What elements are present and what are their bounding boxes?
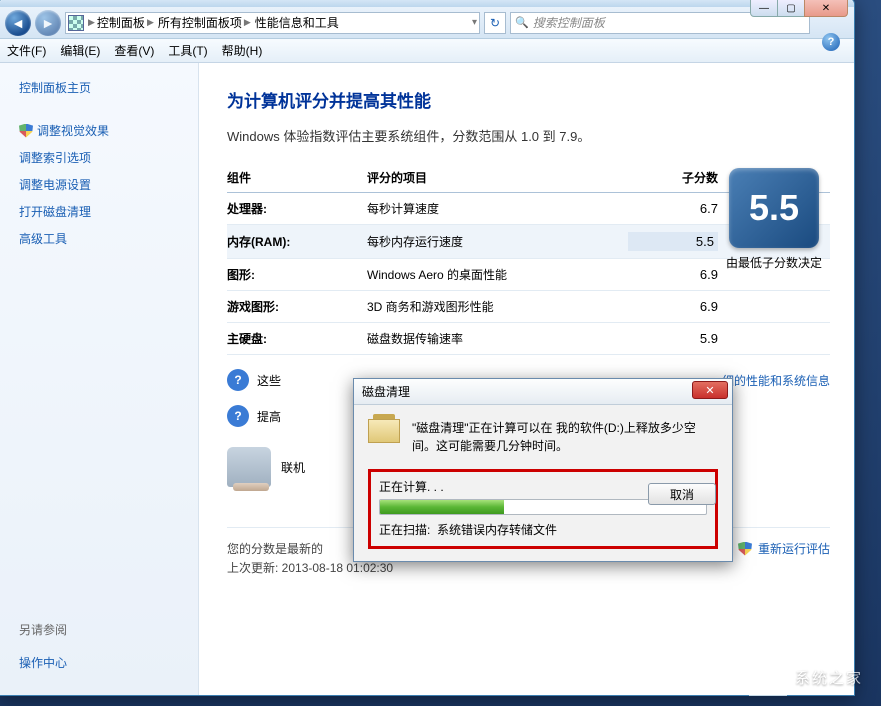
minimize-button[interactable]: — — [750, 0, 778, 17]
window-titlebar[interactable] — [0, 0, 854, 7]
menu-help[interactable]: 帮助(H) — [222, 42, 263, 59]
watermark-logo-icon — [749, 658, 787, 696]
base-score-caption: 由最低子分数决定 — [718, 254, 830, 271]
progress-section: 正在计算. . . 正在扫描: 系统错误内存转储文件 — [368, 469, 718, 549]
base-score-panel: 5.5 由最低子分数决定 — [718, 168, 830, 271]
sidebar-item-visual-effects[interactable]: 调整视觉效果 — [19, 122, 198, 139]
sidebar-item-disk-cleanup[interactable]: 打开磁盘清理 — [19, 203, 198, 220]
col-header-component: 组件 — [227, 169, 367, 186]
sidebar-item-power[interactable]: 调整电源设置 — [19, 176, 198, 193]
forward-button[interactable]: ► — [35, 10, 61, 36]
control-panel-window: — ▢ ✕ ◄ ► ▶ 控制面板▶ 所有控制面板项▶ 性能信息和工具 ▾ ↻ 🔍… — [0, 0, 855, 696]
breadcrumb[interactable]: ▶ 控制面板▶ 所有控制面板项▶ 性能信息和工具 ▾ — [65, 12, 480, 34]
watermark-text: 系统之家 — [795, 667, 863, 688]
question-icon: ? — [227, 369, 249, 391]
online-link[interactable]: 联机 — [281, 459, 305, 476]
question-icon: ? — [227, 405, 249, 427]
navigation-bar: ◄ ► ▶ 控制面板▶ 所有控制面板项▶ 性能信息和工具 ▾ ↻ 🔍 搜索控制面… — [0, 7, 854, 39]
page-title: 为计算机评分并提高其性能 — [227, 87, 830, 112]
dialog-titlebar[interactable]: 磁盘清理 ✕ — [354, 379, 732, 405]
sidebar-home-link[interactable]: 控制面板主页 — [19, 79, 198, 96]
maximize-button[interactable]: ▢ — [777, 0, 805, 17]
col-header-subscore: 子分数 — [628, 169, 718, 186]
back-button[interactable]: ◄ — [5, 10, 31, 36]
menu-edit[interactable]: 编辑(E) — [60, 42, 100, 59]
disk-cleanup-dialog: 磁盘清理 ✕ "磁盘清理"正在计算可以在 我的软件(D:)上释放多少空间。这可能… — [353, 378, 733, 562]
menu-bar: 文件(F) 编辑(E) 查看(V) 工具(T) 帮助(H) — [0, 39, 854, 63]
page-subtitle: Windows 体验指数评估主要系统组件，分数范围从 1.0 到 7.9。 — [227, 126, 830, 145]
sidebar-item-advanced-tools[interactable]: 高级工具 — [19, 230, 198, 247]
dialog-message: "磁盘清理"正在计算可以在 我的软件(D:)上释放多少空间。这可能需要几分钟时间… — [412, 419, 718, 455]
window-controls: — ▢ ✕ — [751, 0, 848, 17]
shield-icon — [19, 124, 33, 138]
see-also-action-center[interactable]: 操作中心 — [19, 654, 198, 671]
software-icon — [227, 447, 271, 487]
rating-row-gaming: 游戏图形: 3D 商务和游戏图形性能 6.9 — [227, 291, 830, 323]
rerun-assessment-link[interactable]: 重新运行评估 — [738, 540, 830, 557]
rating-row-disk: 主硬盘: 磁盘数据传输速率 5.9 — [227, 323, 830, 355]
scanning-label: 正在扫描: 系统错误内存转储文件 — [379, 521, 707, 538]
breadcrumb-arrow-icon[interactable]: ▶ — [88, 17, 95, 28]
help-icon[interactable]: ? — [822, 33, 840, 51]
dialog-title-text: 磁盘清理 — [362, 383, 410, 400]
base-score-badge: 5.5 — [729, 168, 819, 248]
menu-file[interactable]: 文件(F) — [7, 42, 46, 59]
search-placeholder: 搜索控制面板 — [533, 14, 605, 31]
see-also-header: 另请参阅 — [19, 621, 198, 638]
menu-tools[interactable]: 工具(T) — [168, 42, 207, 59]
drive-icon — [368, 419, 400, 443]
watermark: 系统之家 — [749, 658, 863, 696]
detailed-info-link[interactable]: 细的性能和系统信息 — [722, 372, 830, 389]
sidebar-item-indexing[interactable]: 调整索引选项 — [19, 149, 198, 166]
refresh-button[interactable]: ↻ — [484, 12, 506, 34]
progress-fill — [380, 500, 504, 514]
control-panel-icon — [68, 15, 84, 31]
col-header-item: 评分的项目 — [367, 169, 628, 186]
menu-view[interactable]: 查看(V) — [114, 42, 154, 59]
breadcrumb-seg-1[interactable]: 控制面板▶ — [95, 14, 156, 31]
breadcrumb-seg-2[interactable]: 所有控制面板项▶ — [156, 14, 253, 31]
breadcrumb-dropdown-icon[interactable]: ▾ — [472, 17, 477, 28]
shield-icon — [738, 542, 752, 556]
window-close-button[interactable]: ✕ — [804, 0, 848, 17]
search-icon: 🔍 — [515, 16, 529, 29]
dialog-close-button[interactable]: ✕ — [692, 381, 728, 399]
dialog-body: "磁盘清理"正在计算可以在 我的软件(D:)上释放多少空间。这可能需要几分钟时间… — [354, 405, 732, 561]
sidebar: 控制面板主页 调整视觉效果 调整索引选项 调整电源设置 打开磁盘清理 高级工具 … — [0, 63, 199, 695]
breadcrumb-seg-3[interactable]: 性能信息和工具 — [253, 14, 341, 31]
cancel-button[interactable]: 取消 — [648, 483, 716, 505]
